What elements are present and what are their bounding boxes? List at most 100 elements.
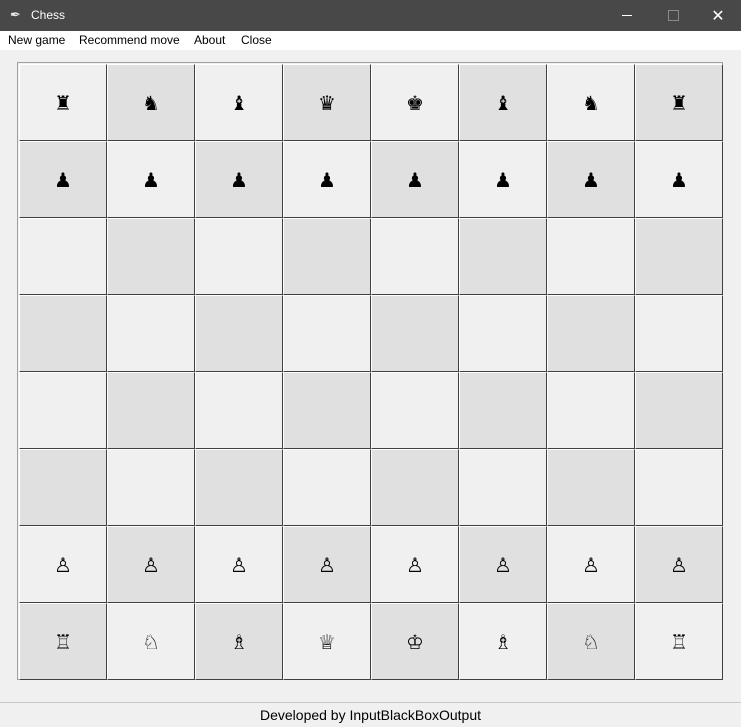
chess-piece-icon: ♟ — [230, 167, 248, 192]
square-c7[interactable]: ♟ — [195, 141, 283, 218]
square-b8[interactable]: ♞ — [107, 64, 195, 141]
square-g3[interactable] — [547, 449, 635, 526]
square-e8[interactable]: ♚ — [371, 64, 459, 141]
menu-bar: New game Recommend move About Close — [0, 31, 741, 50]
square-h5[interactable] — [635, 295, 723, 372]
square-a5[interactable] — [19, 295, 107, 372]
chess-piece-icon: ♙ — [494, 552, 512, 577]
square-h8[interactable]: ♜ — [635, 64, 723, 141]
square-c1[interactable]: ♗ — [195, 603, 283, 680]
square-c5[interactable] — [195, 295, 283, 372]
menu-close[interactable]: Close — [241, 33, 272, 47]
square-b7[interactable]: ♟ — [107, 141, 195, 218]
square-h3[interactable] — [635, 449, 723, 526]
minimize-icon — [622, 15, 632, 16]
square-h2[interactable]: ♙ — [635, 526, 723, 603]
square-h1[interactable]: ♖ — [635, 603, 723, 680]
status-bar: Developed by InputBlackBoxOutput — [0, 702, 741, 726]
square-g1[interactable]: ♘ — [547, 603, 635, 680]
chess-piece-icon: ♚ — [406, 90, 424, 115]
square-f8[interactable]: ♝ — [459, 64, 547, 141]
close-window-button[interactable]: ✕ — [695, 0, 741, 31]
chess-piece-icon: ♙ — [230, 552, 248, 577]
chess-piece-icon: ♘ — [582, 629, 600, 654]
square-h4[interactable] — [635, 372, 723, 449]
square-e1[interactable]: ♔ — [371, 603, 459, 680]
square-e7[interactable]: ♟ — [371, 141, 459, 218]
square-b6[interactable] — [107, 218, 195, 295]
chess-piece-icon: ♕ — [318, 629, 336, 654]
square-a2[interactable]: ♙ — [19, 526, 107, 603]
square-f5[interactable] — [459, 295, 547, 372]
chess-piece-icon: ♛ — [318, 90, 336, 115]
square-d3[interactable] — [283, 449, 371, 526]
maximize-icon — [667, 10, 679, 21]
square-e5[interactable] — [371, 295, 459, 372]
chess-piece-icon: ♗ — [494, 629, 512, 654]
square-a1[interactable]: ♖ — [19, 603, 107, 680]
title-bar: ✒ Chess ✕ — [0, 0, 741, 31]
square-d2[interactable]: ♙ — [283, 526, 371, 603]
square-f4[interactable] — [459, 372, 547, 449]
chess-piece-icon: ♙ — [670, 552, 688, 577]
chess-piece-icon: ♙ — [142, 552, 160, 577]
square-f1[interactable]: ♗ — [459, 603, 547, 680]
chess-piece-icon: ♞ — [582, 90, 600, 115]
square-f7[interactable]: ♟ — [459, 141, 547, 218]
square-g8[interactable]: ♞ — [547, 64, 635, 141]
square-a4[interactable] — [19, 372, 107, 449]
square-a8[interactable]: ♜ — [19, 64, 107, 141]
square-d5[interactable] — [283, 295, 371, 372]
chess-piece-icon: ♟ — [582, 167, 600, 192]
square-g5[interactable] — [547, 295, 635, 372]
square-f6[interactable] — [459, 218, 547, 295]
chess-piece-icon: ♘ — [142, 629, 160, 654]
square-b2[interactable]: ♙ — [107, 526, 195, 603]
minimize-button[interactable] — [604, 0, 650, 31]
chess-piece-icon: ♝ — [230, 90, 248, 115]
square-g2[interactable]: ♙ — [547, 526, 635, 603]
close-icon: ✕ — [711, 7, 725, 25]
chess-piece-icon: ♟ — [494, 167, 512, 192]
chess-piece-icon: ♖ — [670, 629, 688, 654]
square-d6[interactable] — [283, 218, 371, 295]
square-f3[interactable] — [459, 449, 547, 526]
maximize-button[interactable] — [650, 0, 696, 31]
chess-board: ♜ ♞ ♝ ♛ ♚ ♝ ♞ ♜ ♟ ♟ ♟ ♟ ♟ ♟ ♟ ♟ ♙ ♙ ♙ ♙ ♙ ♙ ♙ ♙ ♖ ♘ ♗ ♕ ♔ ♗ ♘ ♖ — [17, 62, 723, 680]
square-e4[interactable] — [371, 372, 459, 449]
square-d4[interactable] — [283, 372, 371, 449]
chess-piece-icon: ♙ — [318, 552, 336, 577]
square-b3[interactable] — [107, 449, 195, 526]
square-f2[interactable]: ♙ — [459, 526, 547, 603]
square-b1[interactable]: ♘ — [107, 603, 195, 680]
square-a6[interactable] — [19, 218, 107, 295]
chess-piece-icon: ♟ — [142, 167, 160, 192]
chess-piece-icon: ♜ — [54, 90, 72, 115]
square-g4[interactable] — [547, 372, 635, 449]
square-e2[interactable]: ♙ — [371, 526, 459, 603]
square-h6[interactable] — [635, 218, 723, 295]
square-g7[interactable]: ♟ — [547, 141, 635, 218]
chess-piece-icon: ♜ — [670, 90, 688, 115]
square-d7[interactable]: ♟ — [283, 141, 371, 218]
square-h7[interactable]: ♟ — [635, 141, 723, 218]
square-c6[interactable] — [195, 218, 283, 295]
square-b4[interactable] — [107, 372, 195, 449]
menu-recommend-move[interactable]: Recommend move — [79, 33, 180, 47]
chess-piece-icon: ♙ — [54, 552, 72, 577]
square-d1[interactable]: ♕ — [283, 603, 371, 680]
menu-new-game[interactable]: New game — [8, 33, 65, 47]
menu-about[interactable]: About — [194, 33, 225, 47]
square-e3[interactable] — [371, 449, 459, 526]
square-d8[interactable]: ♛ — [283, 64, 371, 141]
square-b5[interactable] — [107, 295, 195, 372]
square-c2[interactable]: ♙ — [195, 526, 283, 603]
square-g6[interactable] — [547, 218, 635, 295]
square-a7[interactable]: ♟ — [19, 141, 107, 218]
chess-piece-icon: ♙ — [582, 552, 600, 577]
square-a3[interactable] — [19, 449, 107, 526]
square-c3[interactable] — [195, 449, 283, 526]
square-c4[interactable] — [195, 372, 283, 449]
square-e6[interactable] — [371, 218, 459, 295]
square-c8[interactable]: ♝ — [195, 64, 283, 141]
